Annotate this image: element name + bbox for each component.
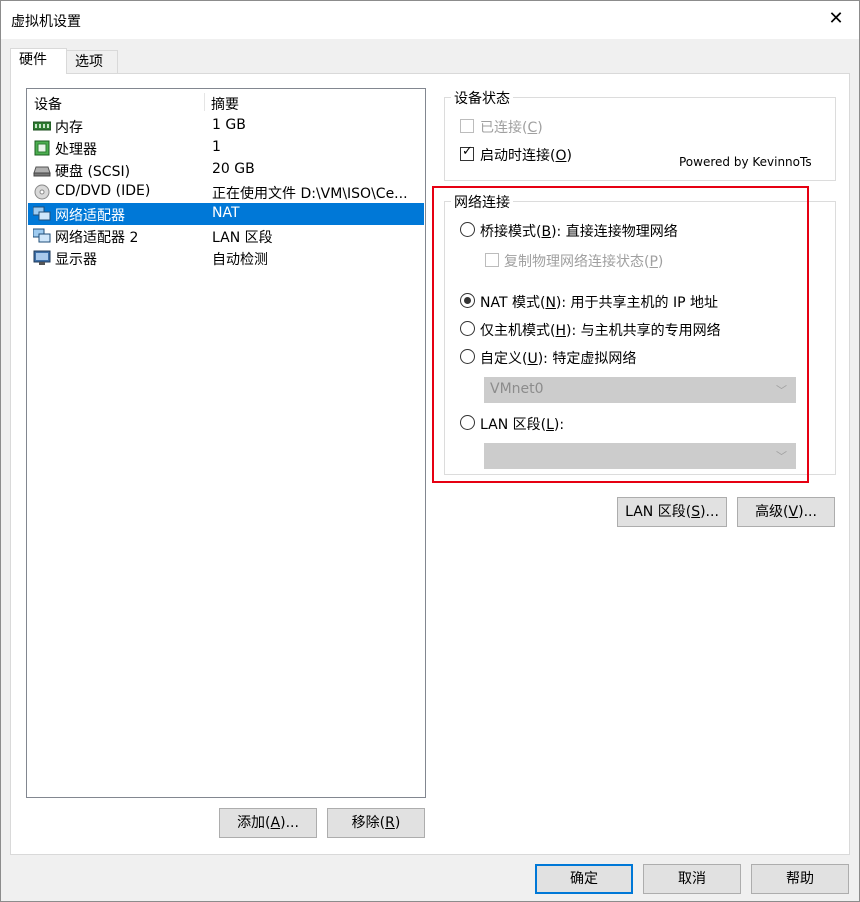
device-row-network-adapter[interactable]: 网络适配器 NAT — [28, 203, 424, 225]
list-header: 设备 摘要 — [27, 91, 425, 113]
tab-options[interactable]: 选项 — [66, 50, 118, 74]
powered-by-text: Powered by KevinnoTs — [679, 155, 812, 169]
connect-at-power-on-checkbox[interactable]: ✓ — [460, 144, 474, 161]
device-row-network-adapter-2[interactable]: 网络适配器 2 LAN 区段 — [28, 225, 424, 247]
cd-dvd-icon — [34, 184, 50, 200]
device-name: 网络适配器 2 — [55, 230, 139, 246]
device-summary: 20 GB — [212, 161, 255, 177]
device-name: 处理器 — [55, 142, 97, 158]
button-suffix: )... — [700, 504, 719, 520]
device-row-hard-disk[interactable]: 硬盘 (SCSI) 20 GB — [28, 159, 424, 181]
remove-button[interactable]: 移除(R) — [327, 808, 425, 838]
button-text: 高级( — [755, 504, 789, 520]
device-summary: 1 — [212, 139, 221, 155]
ok-button[interactable]: 确定 — [535, 864, 633, 894]
hard-disk-icon — [33, 166, 51, 177]
button-text: 移除( — [351, 815, 386, 831]
title-bar: 虚拟机设置 ✕ — [1, 1, 859, 39]
network-adapter-icon — [33, 206, 51, 221]
button-suffix: )... — [280, 815, 299, 831]
window-title: 虚拟机设置 — [11, 14, 81, 30]
add-button[interactable]: 添加(A)... — [219, 808, 317, 838]
device-name: 硬盘 (SCSI) — [55, 164, 131, 180]
device-row-cd-dvd[interactable]: CD/DVD (IDE) 正在使用文件 D:\VM\ISO\Ce... — [28, 181, 424, 203]
device-name: CD/DVD (IDE) — [55, 183, 151, 199]
tab-hardware[interactable]: 硬件 — [10, 48, 67, 74]
checkmark-icon: ✓ — [462, 144, 473, 159]
button-text: 添加( — [237, 815, 271, 831]
button-suffix: ) — [394, 815, 401, 831]
advanced-button[interactable]: 高级(V)... — [737, 497, 835, 527]
access-key: V — [788, 504, 799, 520]
column-header-device[interactable]: 设备 — [34, 94, 62, 114]
tab-label: 选项 — [75, 54, 103, 70]
device-list[interactable]: 设备 摘要 内存 1 GB 处理器 1 硬盘 (SCSI) 20 GB CD/D… — [26, 88, 426, 798]
device-summary: 自动检测 — [212, 252, 268, 268]
device-summary: 正在使用文件 D:\VM\ISO\Ce... — [212, 186, 408, 202]
device-row-display[interactable]: 显示器 自动检测 — [28, 247, 424, 269]
group-title: 设备状态 — [451, 88, 513, 108]
device-name: 内存 — [55, 120, 83, 136]
tab-label: 硬件 — [19, 52, 47, 68]
cancel-button[interactable]: 取消 — [643, 864, 741, 894]
device-summary: NAT — [212, 205, 240, 221]
access-key: A — [270, 815, 281, 831]
device-summary: LAN 区段 — [212, 230, 273, 246]
connected-checkbox[interactable] — [460, 119, 474, 133]
connect-at-power-on-label: 启动时连接(O) — [480, 148, 572, 164]
help-button[interactable]: 帮助 — [751, 864, 849, 894]
connected-label: 已连接(C) — [480, 120, 543, 136]
close-icon[interactable]: ✕ — [813, 1, 859, 39]
column-divider[interactable] — [204, 93, 205, 111]
button-text: LAN 区段( — [625, 504, 692, 520]
access-key: R — [385, 815, 395, 831]
button-suffix: )... — [798, 504, 817, 520]
memory-icon — [33, 121, 51, 131]
display-icon — [33, 250, 51, 265]
device-row-processor[interactable]: 处理器 1 — [28, 137, 424, 159]
annotation-highlight-box — [432, 186, 809, 483]
device-name: 显示器 — [55, 252, 97, 268]
processor-icon — [34, 140, 50, 156]
device-name: 网络适配器 — [55, 208, 125, 224]
lan-segments-button[interactable]: LAN 区段(S)... — [617, 497, 727, 527]
device-summary: 1 GB — [212, 117, 246, 133]
access-key: S — [691, 504, 701, 520]
device-row-memory[interactable]: 内存 1 GB — [28, 115, 424, 137]
vm-settings-dialog: 虚拟机设置 ✕ 硬件 选项 设备 摘要 内存 1 GB 处理器 1 硬盘 (SC… — [0, 0, 860, 902]
column-header-summary[interactable]: 摘要 — [211, 94, 239, 114]
network-adapter-icon — [33, 228, 51, 243]
